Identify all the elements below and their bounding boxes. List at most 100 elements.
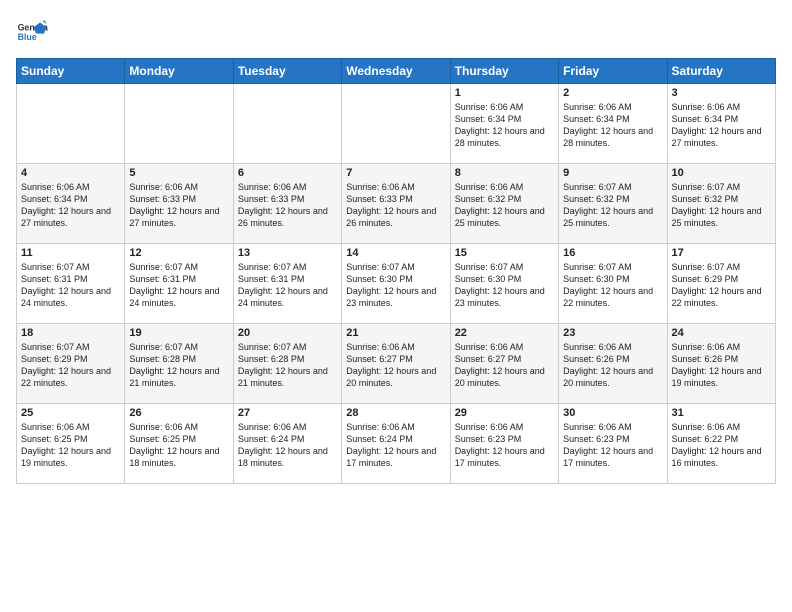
day-number: 2 xyxy=(563,87,662,99)
day-cell: 16 Sunrise: 6:07 AM Sunset: 6:30 PM Dayli… xyxy=(559,244,667,324)
day-cell: 12 Sunrise: 6:07 AM Sunset: 6:31 PM Dayli… xyxy=(125,244,233,324)
week-row-2: 11 Sunrise: 6:07 AM Sunset: 6:31 PM Dayli… xyxy=(17,244,776,324)
day-number: 16 xyxy=(563,247,662,259)
day-info: Sunrise: 6:06 AM Sunset: 6:22 PM Dayligh… xyxy=(672,421,771,470)
day-number: 13 xyxy=(238,247,337,259)
day-info: Sunrise: 6:06 AM Sunset: 6:34 PM Dayligh… xyxy=(21,181,120,230)
logo-icon: General Blue xyxy=(16,16,48,48)
day-cell: 7Sunrise: 6:06 AM Sunset: 6:33 PM Daylig… xyxy=(342,164,450,244)
day-info: Sunrise: 6:07 AM Sunset: 6:28 PM Dayligh… xyxy=(129,341,228,390)
week-row-0: 1Sunrise: 6:06 AM Sunset: 6:34 PM Daylig… xyxy=(17,84,776,164)
day-number: 8 xyxy=(455,167,554,179)
day-info: Sunrise: 6:06 AM Sunset: 6:34 PM Dayligh… xyxy=(563,101,662,150)
day-number: 28 xyxy=(346,407,445,419)
day-info: Sunrise: 6:07 AM Sunset: 6:29 PM Dayligh… xyxy=(21,341,120,390)
day-info: Sunrise: 6:07 AM Sunset: 6:31 PM Dayligh… xyxy=(238,261,337,310)
calendar-header: SundayMondayTuesdayWednesdayThursdayFrid… xyxy=(17,59,776,84)
day-cell: 10 Sunrise: 6:07 AM Sunset: 6:32 PM Dayli… xyxy=(667,164,775,244)
header-cell-wednesday: Wednesday xyxy=(342,59,450,84)
header-row: SundayMondayTuesdayWednesdayThursdayFrid… xyxy=(17,59,776,84)
day-number: 23 xyxy=(563,327,662,339)
day-cell: 5Sunrise: 6:06 AM Sunset: 6:33 PM Daylig… xyxy=(125,164,233,244)
day-cell: 20 Sunrise: 6:07 AM Sunset: 6:28 PM Dayli… xyxy=(233,324,341,404)
day-cell: 13 Sunrise: 6:07 AM Sunset: 6:31 PM Dayli… xyxy=(233,244,341,324)
day-number: 9 xyxy=(563,167,662,179)
day-number: 15 xyxy=(455,247,554,259)
day-number: 20 xyxy=(238,327,337,339)
day-cell: 29 Sunrise: 6:06 AM Sunset: 6:23 PM Dayli… xyxy=(450,404,558,484)
day-cell xyxy=(342,84,450,164)
day-info: Sunrise: 6:06 AM Sunset: 6:27 PM Dayligh… xyxy=(455,341,554,390)
day-cell: 2 Sunrise: 6:06 AM Sunset: 6:34 PM Daylig… xyxy=(559,84,667,164)
header-cell-thursday: Thursday xyxy=(450,59,558,84)
day-cell: 31Sunrise: 6:06 AM Sunset: 6:22 PM Dayli… xyxy=(667,404,775,484)
day-info: Sunrise: 6:07 AM Sunset: 6:29 PM Dayligh… xyxy=(672,261,771,310)
day-cell: 4 Sunrise: 6:06 AM Sunset: 6:34 PM Daylig… xyxy=(17,164,125,244)
day-cell: 26Sunrise: 6:06 AM Sunset: 6:25 PM Dayli… xyxy=(125,404,233,484)
day-cell: 11 Sunrise: 6:07 AM Sunset: 6:31 PM Dayli… xyxy=(17,244,125,324)
day-number: 5 xyxy=(129,167,228,179)
week-row-1: 4 Sunrise: 6:06 AM Sunset: 6:34 PM Daylig… xyxy=(17,164,776,244)
day-number: 6 xyxy=(238,167,337,179)
day-info: Sunrise: 6:06 AM Sunset: 6:26 PM Dayligh… xyxy=(672,341,771,390)
day-number: 24 xyxy=(672,327,771,339)
day-number: 14 xyxy=(346,247,445,259)
logo: General Blue xyxy=(16,16,48,48)
week-row-3: 18 Sunrise: 6:07 AM Sunset: 6:29 PM Dayli… xyxy=(17,324,776,404)
day-info: Sunrise: 6:06 AM Sunset: 6:24 PM Dayligh… xyxy=(238,421,337,470)
day-info: Sunrise: 6:06 AM Sunset: 6:23 PM Dayligh… xyxy=(563,421,662,470)
day-cell: 22 Sunrise: 6:06 AM Sunset: 6:27 PM Dayli… xyxy=(450,324,558,404)
day-info: Sunrise: 6:07 AM Sunset: 6:31 PM Dayligh… xyxy=(129,261,228,310)
day-info: Sunrise: 6:06 AM Sunset: 6:23 PM Dayligh… xyxy=(455,421,554,470)
day-info: Sunrise: 6:06 AM Sunset: 6:34 PM Dayligh… xyxy=(455,101,554,150)
day-number: 26 xyxy=(129,407,228,419)
header-cell-sunday: Sunday xyxy=(17,59,125,84)
day-info: Sunrise: 6:07 AM Sunset: 6:28 PM Dayligh… xyxy=(238,341,337,390)
day-info: Sunrise: 6:07 AM Sunset: 6:30 PM Dayligh… xyxy=(563,261,662,310)
day-number: 10 xyxy=(672,167,771,179)
day-info: Sunrise: 6:06 AM Sunset: 6:33 PM Dayligh… xyxy=(238,181,337,230)
day-cell: 6 Sunrise: 6:06 AM Sunset: 6:33 PM Daylig… xyxy=(233,164,341,244)
day-number: 29 xyxy=(455,407,554,419)
day-info: Sunrise: 6:07 AM Sunset: 6:32 PM Dayligh… xyxy=(563,181,662,230)
day-number: 21 xyxy=(346,327,445,339)
day-info: Sunrise: 6:06 AM Sunset: 6:26 PM Dayligh… xyxy=(563,341,662,390)
day-number: 18 xyxy=(21,327,120,339)
day-info: Sunrise: 6:06 AM Sunset: 6:25 PM Dayligh… xyxy=(21,421,120,470)
header-cell-friday: Friday xyxy=(559,59,667,84)
header-cell-tuesday: Tuesday xyxy=(233,59,341,84)
day-cell: 1Sunrise: 6:06 AM Sunset: 6:34 PM Daylig… xyxy=(450,84,558,164)
day-number: 27 xyxy=(238,407,337,419)
header: General Blue xyxy=(16,16,776,48)
day-number: 11 xyxy=(21,247,120,259)
day-cell: 18 Sunrise: 6:07 AM Sunset: 6:29 PM Dayli… xyxy=(17,324,125,404)
day-cell xyxy=(125,84,233,164)
day-info: Sunrise: 6:06 AM Sunset: 6:24 PM Dayligh… xyxy=(346,421,445,470)
day-cell xyxy=(17,84,125,164)
calendar-body: 1Sunrise: 6:06 AM Sunset: 6:34 PM Daylig… xyxy=(17,84,776,484)
day-number: 19 xyxy=(129,327,228,339)
calendar-table: SundayMondayTuesdayWednesdayThursdayFrid… xyxy=(16,58,776,484)
day-cell: 14 Sunrise: 6:07 AM Sunset: 6:30 PM Dayli… xyxy=(342,244,450,324)
day-info: Sunrise: 6:06 AM Sunset: 6:33 PM Dayligh… xyxy=(346,181,445,230)
day-number: 4 xyxy=(21,167,120,179)
day-number: 22 xyxy=(455,327,554,339)
day-info: Sunrise: 6:07 AM Sunset: 6:30 PM Dayligh… xyxy=(455,261,554,310)
day-info: Sunrise: 6:07 AM Sunset: 6:30 PM Dayligh… xyxy=(346,261,445,310)
day-cell: 23 Sunrise: 6:06 AM Sunset: 6:26 PM Dayli… xyxy=(559,324,667,404)
day-number: 17 xyxy=(672,247,771,259)
day-cell: 19 Sunrise: 6:07 AM Sunset: 6:28 PM Dayli… xyxy=(125,324,233,404)
day-cell: 24 Sunrise: 6:06 AM Sunset: 6:26 PM Dayli… xyxy=(667,324,775,404)
day-info: Sunrise: 6:07 AM Sunset: 6:31 PM Dayligh… xyxy=(21,261,120,310)
day-cell: 3Sunrise: 6:06 AM Sunset: 6:34 PM Daylig… xyxy=(667,84,775,164)
day-number: 3 xyxy=(672,87,771,99)
day-number: 12 xyxy=(129,247,228,259)
day-number: 25 xyxy=(21,407,120,419)
day-cell: 28 Sunrise: 6:06 AM Sunset: 6:24 PM Dayli… xyxy=(342,404,450,484)
day-cell: 27 Sunrise: 6:06 AM Sunset: 6:24 PM Dayli… xyxy=(233,404,341,484)
day-info: Sunrise: 6:07 AM Sunset: 6:32 PM Dayligh… xyxy=(672,181,771,230)
day-cell xyxy=(233,84,341,164)
svg-text:Blue: Blue xyxy=(18,32,37,42)
day-cell: 8Sunrise: 6:06 AM Sunset: 6:32 PM Daylig… xyxy=(450,164,558,244)
week-row-4: 25 Sunrise: 6:06 AM Sunset: 6:25 PM Dayli… xyxy=(17,404,776,484)
